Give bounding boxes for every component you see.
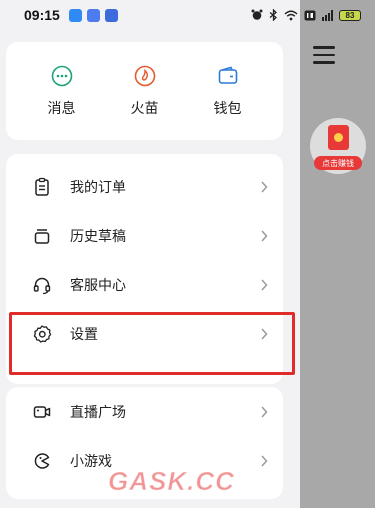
chevron-right-icon [261, 230, 268, 242]
red-packet-widget[interactable]: 点击赚钱 [310, 118, 366, 174]
shortcut-card: 消息 火苗 钱包 [6, 42, 283, 140]
menu-item-label: 设置 [70, 327, 98, 343]
chevron-right-icon [261, 181, 268, 193]
watermark-text: GASK.CC [108, 466, 235, 497]
headset-icon [33, 277, 51, 295]
flame-icon [134, 65, 155, 87]
shortcut-label: 火苗 [130, 101, 159, 117]
hd-icon [304, 10, 316, 20]
bluetooth-icon [269, 9, 277, 21]
chevron-right-icon [261, 328, 268, 340]
hamburger-menu-icon[interactable] [313, 40, 345, 70]
chevron-right-icon [261, 406, 268, 418]
draft-icon [34, 229, 50, 244]
menu-item-label: 我的订单 [70, 180, 126, 196]
menu-item-label: 历史草稿 [70, 229, 126, 245]
red-packet-icon [328, 125, 349, 150]
order-icon [35, 177, 49, 196]
battery-icon: 83 [339, 9, 361, 21]
menu-group-main: 我的订单 历史草稿 客服中心 设置 [6, 154, 283, 384]
signal-icon [322, 9, 333, 21]
menu-item-drafts[interactable]: 历史草稿 [6, 214, 283, 258]
menu-item-settings[interactable]: 设置 [6, 312, 283, 356]
alarm-icon [251, 9, 263, 20]
shortcut-wallet[interactable]: 钱包 [193, 64, 263, 118]
shortcut-messages[interactable]: 消息 [27, 64, 97, 118]
app-notification-icon [68, 8, 82, 22]
wifi-icon [284, 10, 298, 20]
status-time: 09:15 [24, 7, 60, 23]
shortcut-label: 钱包 [213, 101, 242, 117]
app-notification-icon [104, 8, 118, 22]
menu-item-customer-service[interactable]: 客服中心 [6, 263, 283, 307]
wallet-icon [218, 66, 237, 84]
menu-item-orders[interactable]: 我的订单 [6, 165, 283, 209]
menu-item-live-square[interactable]: 直播广场 [6, 390, 283, 434]
chevron-right-icon [261, 279, 268, 291]
chevron-right-icon [261, 455, 268, 467]
app-notification-icon [86, 8, 100, 22]
menu-item-label: 直播广场 [70, 405, 126, 421]
gear-icon [33, 325, 52, 343]
side-drawer: 消息 火苗 钱包 我的订单 历史草稿 客服中心 设置 直播广场 小游戏 [0, 0, 300, 508]
shortcut-label: 消息 [47, 101, 76, 117]
shortcut-flame[interactable]: 火苗 [110, 64, 180, 118]
status-bar: 09:15 83 [0, 0, 375, 30]
red-packet-label: 点击赚钱 [314, 156, 362, 170]
message-icon [51, 65, 72, 87]
menu-item-label: 客服中心 [70, 278, 126, 294]
live-camera-icon [33, 406, 51, 418]
game-icon [34, 453, 50, 469]
